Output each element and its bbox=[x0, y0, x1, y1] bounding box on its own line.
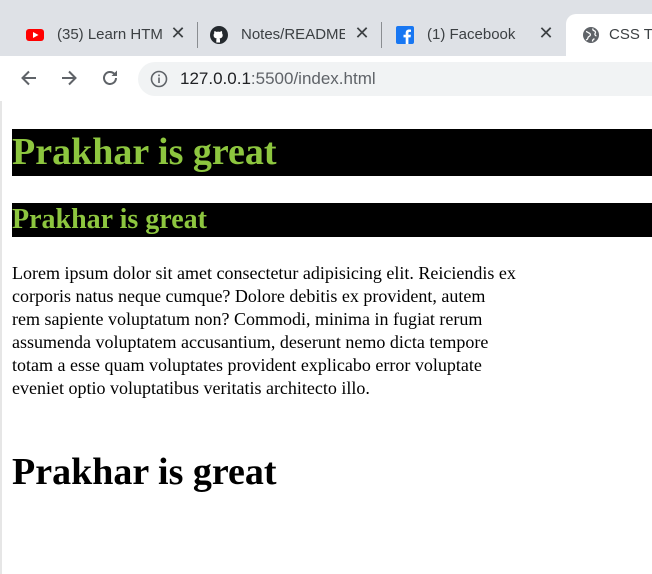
back-arrow-icon bbox=[21, 70, 36, 86]
forward-arrow-icon bbox=[62, 70, 77, 86]
address-bar[interactable]: 127.0.0.1:5500/index.html bbox=[138, 62, 652, 96]
back-button[interactable] bbox=[15, 64, 43, 92]
tab-title: (35) Learn HTML bbox=[57, 26, 163, 43]
youtube-icon bbox=[26, 29, 44, 41]
info-icon[interactable] bbox=[150, 70, 168, 88]
url-path: :5500/index.html bbox=[250, 69, 376, 88]
page-heading-3: Prakhar is great bbox=[12, 451, 277, 493]
forward-button[interactable] bbox=[55, 64, 83, 92]
page-heading-2: Prakhar is great bbox=[12, 203, 652, 237]
tab-github[interactable]: Notes/README ✕ bbox=[184, 14, 382, 56]
tab-strip: (35) Learn HTML ✕ Notes/README ✕ (1) Fac… bbox=[0, 0, 652, 61]
url-text[interactable]: 127.0.0.1:5500/index.html bbox=[180, 70, 376, 88]
page-viewport: Prakhar is great Prakhar is great Lorem … bbox=[0, 101, 652, 574]
tab-title: CSS Tu bbox=[609, 26, 652, 43]
tab-title: Notes/README bbox=[241, 26, 345, 43]
tab-css-tutorial[interactable]: CSS Tu bbox=[566, 14, 652, 56]
page-heading-1: Prakhar is great bbox=[12, 129, 652, 176]
facebook-icon bbox=[396, 26, 414, 44]
reload-button[interactable] bbox=[96, 64, 124, 92]
close-icon[interactable]: ✕ bbox=[538, 24, 554, 42]
tab-youtube[interactable]: (35) Learn HTML ✕ bbox=[0, 14, 198, 56]
url-host: 127.0.0.1 bbox=[180, 69, 251, 88]
reload-icon bbox=[103, 70, 117, 85]
github-icon bbox=[210, 26, 228, 44]
lorem-paragraph: Lorem ipsum dolor sit amet consectetur a… bbox=[12, 263, 516, 398]
tab-title: (1) Facebook bbox=[427, 26, 516, 43]
close-icon[interactable]: ✕ bbox=[354, 24, 370, 42]
tab-facebook[interactable]: (1) Facebook ✕ bbox=[370, 14, 568, 56]
browser-toolbar: 127.0.0.1:5500/index.html bbox=[0, 56, 652, 102]
globe-icon bbox=[583, 27, 599, 43]
